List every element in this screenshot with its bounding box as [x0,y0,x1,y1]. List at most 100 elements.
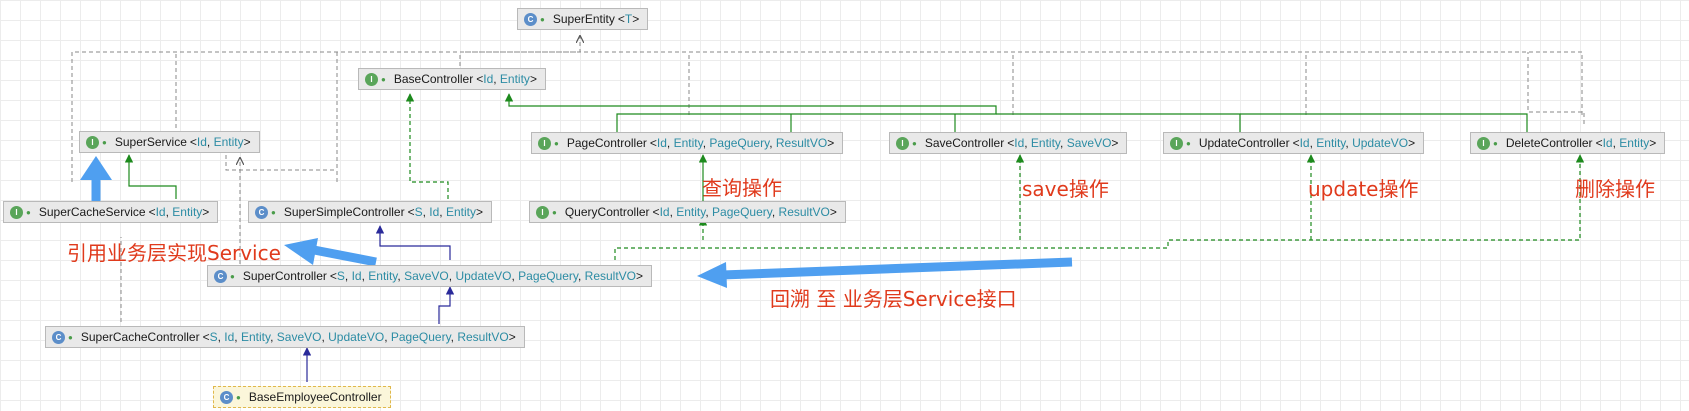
type-param: Entity [676,205,706,219]
node-super-simple-controller[interactable]: C ● SuperSimpleController <S, Id, Entity> [248,201,492,223]
interface-icon: I [10,205,23,219]
type-params: <S, Id, Entity> [407,205,483,219]
type-params: <S, Id, Entity, SaveVO, UpdateVO, PageQu… [202,330,516,344]
type-param: Entity [240,330,271,344]
type-param: Entity [1316,136,1346,150]
node-name: SaveController [924,136,1005,150]
type-params: <Id, Entity, UpdateVO> [1292,136,1416,150]
interface-icon: I [86,135,99,149]
type-param: UpdateVO [328,330,385,344]
annotation-query: 查询操作 [702,176,782,200]
node-super-cache-controller[interactable]: C ● SuperCacheController <S, Id, Entity, … [45,326,525,348]
interface-icon: I [538,136,551,150]
type-param: PageQuery [518,269,578,283]
node-page-controller[interactable]: I ● PageController <Id, Entity, PageQuery… [531,132,844,154]
type-params: <T> [617,12,640,26]
interface-icon: I [1477,136,1490,150]
annotation-delete: 删除操作 [1575,177,1655,201]
class-icon: C [220,390,233,404]
node-name: SuperCacheController [80,330,200,344]
class-icon: C [52,330,65,344]
type-param: UpdateVO [455,269,512,283]
type-param: Entity [213,135,244,149]
type-params: <Id, Entity, SaveVO> [1007,136,1119,150]
annotation-update: update操作 [1308,177,1419,201]
type-param: SaveVO [404,269,449,283]
node-name: SuperService [114,135,187,149]
type-param: Entity [1030,136,1061,150]
class-icon: C [214,269,227,283]
type-params: <Id, Entity, PageQuery, ResultVO> [649,136,835,150]
node-name: SuperSimpleController [283,205,405,219]
class-icon: C [524,12,537,26]
interface-icon: I [896,136,909,150]
type-param: Entity [445,205,476,219]
visibility-icon: ● [540,14,545,24]
type-param: T [624,12,633,26]
visibility-icon: ● [236,392,241,402]
type-param: PageQuery [390,330,451,344]
type-param: ResultVO [457,330,509,344]
type-param: Entity [368,269,398,283]
type-param: Id [659,205,670,219]
visibility-icon: ● [271,207,276,217]
node-name: QueryController [564,205,650,219]
annotation-save: save操作 [1022,177,1109,201]
type-param: Id [1014,136,1025,150]
node-query-controller[interactable]: I ● QueryController <Id, Entity, PageQuer… [529,201,846,223]
node-super-service[interactable]: I ● SuperService <Id, Entity> [79,131,260,153]
type-param: ResultVO [778,205,830,219]
type-param: PageQuery [712,205,772,219]
visibility-icon: ● [554,138,559,148]
node-name: SuperController [242,269,327,283]
node-name: UpdateController [1198,136,1290,150]
type-param: Entity [1619,136,1650,150]
type-param: Entity [172,205,203,219]
type-params: <Id, Entity> [1595,136,1657,150]
visibility-icon: ● [381,74,386,84]
type-params: <Id, Entity> [148,205,210,219]
type-param: Id [483,72,494,86]
type-param: Id [155,205,166,219]
type-param: SaveVO [1066,136,1112,150]
type-param: Id [224,330,235,344]
type-param: Id [1602,136,1613,150]
node-name: PageController [566,136,647,150]
type-param: Entity [499,72,530,86]
node-super-entity[interactable]: C ● SuperEntity <T> [517,8,649,30]
type-param: S [336,269,345,283]
interface-icon: I [365,72,378,86]
type-param: ResultVO [775,136,828,150]
visibility-icon: ● [1493,138,1498,148]
type-params: <Id, Entity, PageQuery, ResultVO> [652,205,837,219]
type-param: SaveVO [276,330,322,344]
type-params: <Id, Entity> [476,72,537,86]
interface-icon: I [1170,136,1183,150]
node-base-controller[interactable]: I ● BaseController <Id, Entity> [358,68,546,90]
node-name: DeleteController [1505,136,1593,150]
type-param: S [209,330,218,344]
node-save-controller[interactable]: I ● SaveController <Id, Entity, SaveVO> [889,132,1128,154]
node-super-cache-service[interactable]: I ● SuperCacheService <Id, Entity> [3,201,219,223]
node-super-controller[interactable]: C ● SuperController <S, Id, Entity, SaveV… [207,265,653,287]
type-param: UpdateVO [1352,136,1409,150]
node-name: SuperCacheService [38,205,146,219]
interface-icon: I [536,205,549,219]
node-name: BaseController [393,72,474,86]
visibility-icon: ● [230,271,235,281]
type-param: Entity [673,136,703,150]
visibility-icon: ● [552,207,557,217]
type-param: Id [1299,136,1310,150]
type-param: Id [656,136,667,150]
node-delete-controller[interactable]: I ● DeleteController <Id, Entity> [1470,132,1666,154]
node-base-employee-controller[interactable]: C ● BaseEmployeeController [213,386,391,408]
annotation-use-service: 引用业务层实现Service [67,241,281,265]
class-icon: C [255,205,268,219]
visibility-icon: ● [26,207,31,217]
type-param: PageQuery [709,136,770,150]
type-param: Id [351,269,362,283]
type-params: <S, Id, Entity, SaveVO, UpdateVO, PageQu… [329,269,644,283]
type-param: Id [429,205,440,219]
annotation-trace-back: 回溯 至 业务层Service接口 [770,287,1017,311]
node-update-controller[interactable]: I ● UpdateController <Id, Entity, UpdateV… [1163,132,1425,154]
